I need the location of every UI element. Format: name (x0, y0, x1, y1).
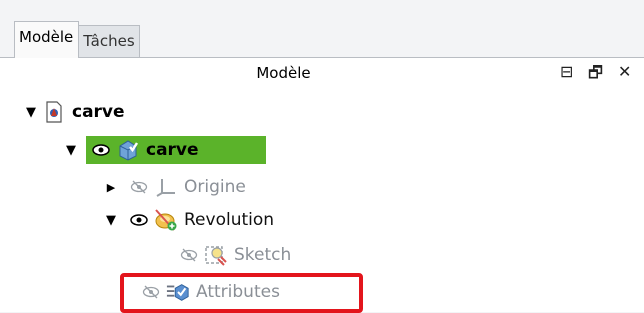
tree-item-revolution[interactable]: ▼ Revolution (104, 206, 274, 234)
close-icon[interactable]: ✕ (618, 62, 631, 81)
tree-item-label: carve (72, 102, 125, 122)
expand-arrow-icon[interactable]: ▼ (24, 105, 38, 120)
restore-icon[interactable]: ⊟ (560, 62, 573, 81)
annotation-highlight-box (120, 273, 363, 313)
eye-hidden-icon[interactable] (178, 244, 200, 266)
tree-item-label: Origine (184, 177, 246, 197)
panel-title: Modèle (256, 64, 311, 82)
float-icon[interactable]: 🗗 (588, 62, 603, 89)
selection-highlight: carve (86, 136, 266, 164)
tab-taches[interactable]: Tâches (78, 25, 140, 58)
origin-axes-icon (154, 175, 178, 199)
tree-item-document[interactable]: ▼ carve (24, 98, 125, 126)
tab-modele[interactable]: Modèle (14, 21, 80, 58)
tree-item-label: Sketch (234, 245, 292, 265)
tree-item-label: Revolution (184, 210, 275, 230)
eye-visible-icon[interactable] (90, 139, 112, 161)
tree-item-origin[interactable]: ▶ Origine (104, 173, 246, 201)
expand-arrow-icon[interactable]: ▼ (104, 213, 118, 228)
eye-visible-icon[interactable] (128, 209, 150, 231)
sketch-icon (204, 243, 228, 267)
tree-item-sketch[interactable]: Sketch (178, 241, 291, 269)
tree-item-body[interactable]: ▼ carve (64, 136, 266, 164)
collapse-arrow-icon[interactable]: ▶ (104, 181, 118, 194)
revolution-icon (154, 208, 178, 232)
eye-hidden-icon[interactable] (128, 176, 150, 198)
body-icon (116, 138, 140, 162)
expand-arrow-icon[interactable]: ▼ (64, 143, 78, 158)
document-icon (42, 100, 66, 124)
tree-item-label: carve (146, 140, 199, 160)
tab-bar: Modèle Tâches (14, 20, 140, 58)
